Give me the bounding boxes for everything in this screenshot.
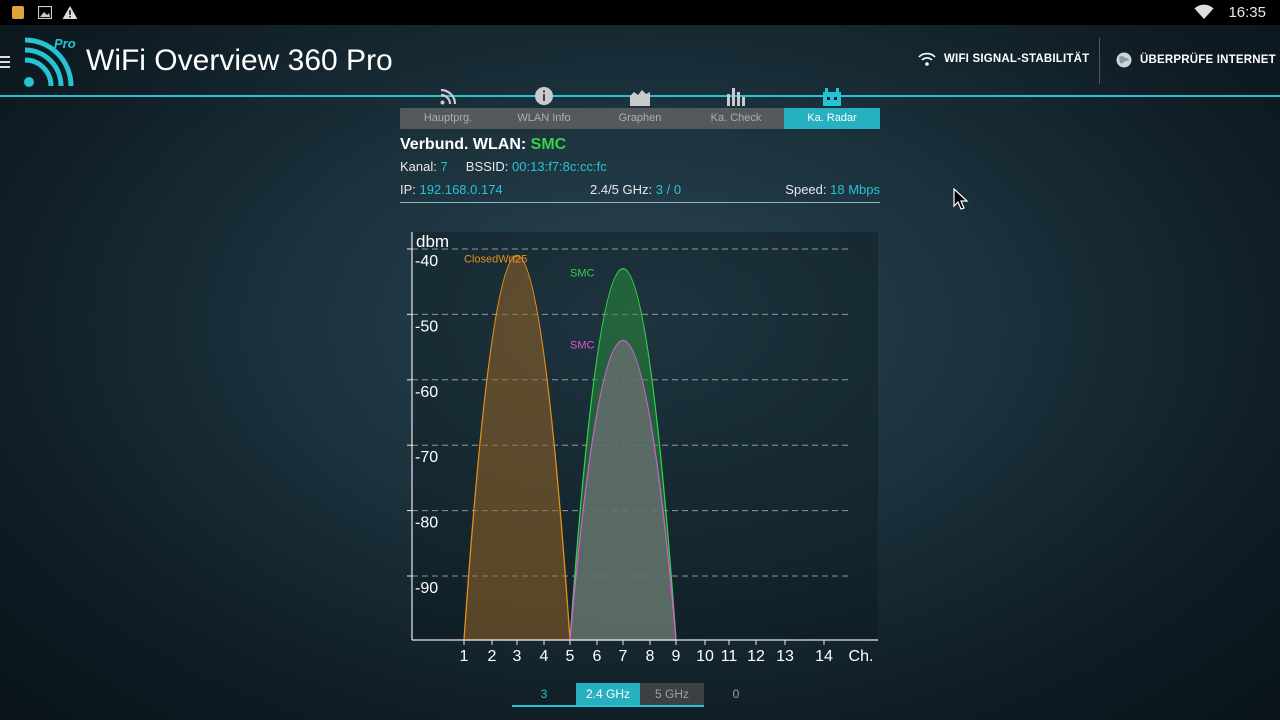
x-tick-label: 8 [646,648,655,665]
band-selector: 3 2.4 GHz 5 GHz 0 [512,683,768,707]
x-tick-label: 14 [815,648,833,665]
x-tick-label: 4 [540,648,549,665]
x-tick-label: 13 [776,648,794,665]
x-axis-label: Ch. [849,648,874,665]
band-selector-underline [512,705,704,707]
count-24ghz: 3 [540,687,548,701]
x-tick-label: 3 [513,648,522,665]
x-tick-label: 5 [566,648,575,665]
mouse-cursor-icon [953,188,969,210]
curve-label: ClosedWrt25 [464,254,527,266]
curve-label: SMC [570,340,595,352]
x-tick-label: 10 [696,648,714,665]
curve-label: SMC [570,268,595,280]
y-tick-label: -50 [415,318,438,335]
x-tick-label: 7 [619,648,628,665]
band-5ghz-button[interactable]: 5 GHz [640,683,704,706]
y-tick-label: -90 [415,580,438,597]
x-tick-label: 6 [593,648,602,665]
x-tick-label: 12 [747,648,765,665]
y-tick-label: -80 [415,515,438,532]
channel-radar-chart: dbm -40-50-60-70-80-90 1 2 3 4 5 6 7 8 9 10 11 12 13… [407,232,878,665]
band-24ghz-button[interactable]: 2.4 GHz [576,683,640,706]
count-5ghz: 0 [732,687,740,701]
x-tick-label: 2 [488,648,497,665]
y-tick-label: -40 [415,253,438,270]
y-tick-label: -60 [415,384,438,401]
x-tick-label: 11 [721,648,738,665]
y-axis-label: dbm [416,232,449,251]
x-tick-label: 1 [460,648,469,665]
y-tick-label: -70 [415,449,438,466]
x-tick-label: 9 [672,648,681,665]
